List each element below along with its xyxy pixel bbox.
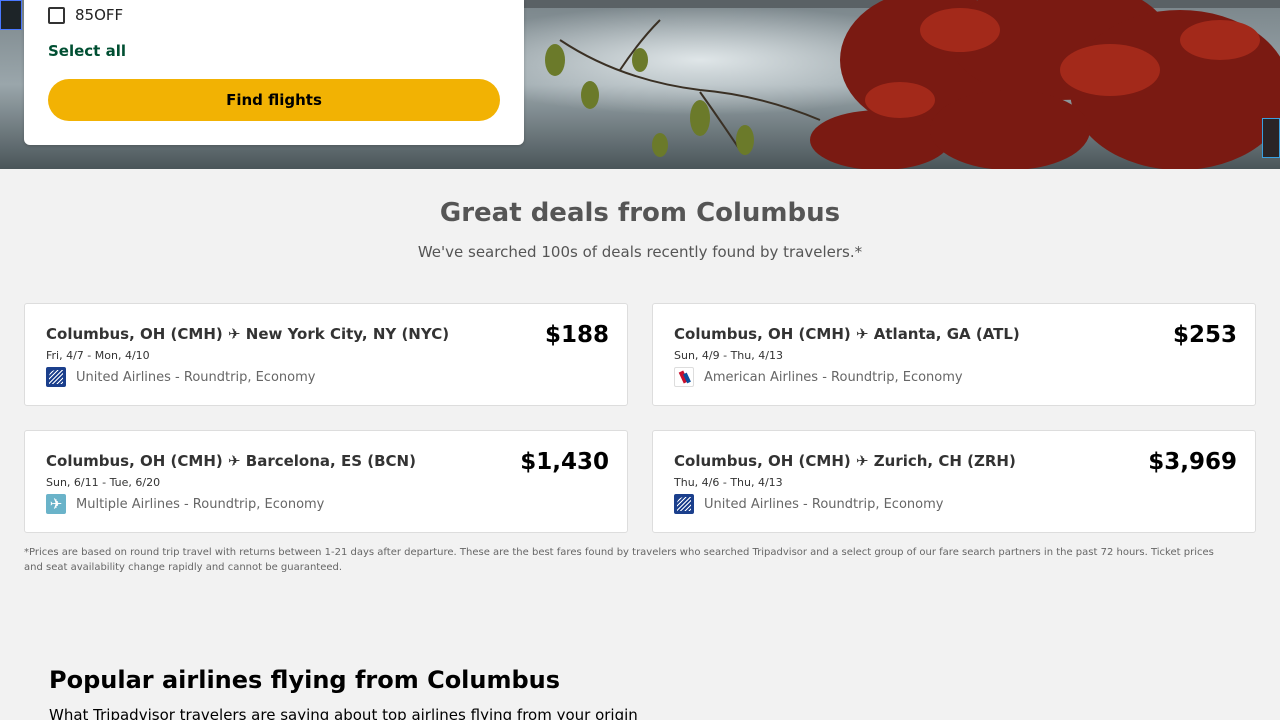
deal-card-atl[interactable]: Columbus, OH (CMH) ✈ Atlanta, GA (ATL) S… <box>652 303 1256 406</box>
select-all-link[interactable]: Select all <box>46 42 128 60</box>
deal-route[interactable]: Columbus, OH (CMH) ✈ Zurich, CH (ZRH) <box>674 452 1016 470</box>
deal-card-zrh[interactable]: Columbus, OH (CMH) ✈ Zurich, CH (ZRH) Th… <box>652 430 1256 533</box>
deal-airline-label: Multiple Airlines - Roundtrip, Economy <box>76 496 325 512</box>
american-airlines-logo-icon <box>674 367 694 387</box>
deal-price[interactable]: $3,969 <box>1148 449 1237 475</box>
united-airlines-logo-icon <box>674 494 694 514</box>
deal-price[interactable]: $188 <box>545 322 609 348</box>
deal-airline: American Airlines - Roundtrip, Economy <box>674 366 963 388</box>
deal-route[interactable]: Columbus, OH (CMH) ✈ New York City, NY (… <box>46 325 449 343</box>
deal-airline-label: United Airlines - Roundtrip, Economy <box>704 496 944 512</box>
popular-airlines-subtitle: What Tripadvisor travelers are saying ab… <box>49 706 638 720</box>
deal-airline-label: American Airlines - Roundtrip, Economy <box>704 369 963 385</box>
deal-dates: Sun, 6/11 - Tue, 6/20 <box>46 476 161 489</box>
airplane-icon: ✈ <box>46 494 66 514</box>
deal-route[interactable]: Columbus, OH (CMH) ✈ Barcelona, ES (BCN) <box>46 452 416 470</box>
united-airlines-logo-icon <box>46 367 66 387</box>
hero-thumbnail[interactable] <box>0 0 22 30</box>
deals-section-subtitle: We've searched 100s of deals recently fo… <box>417 243 863 261</box>
deal-airline: United Airlines - Roundtrip, Economy <box>674 493 943 515</box>
prices-disclaimer: *Prices are based on round trip travel w… <box>24 547 1214 573</box>
deal-price[interactable]: $253 <box>1173 322 1237 348</box>
deal-airline-label: United Airlines - Roundtrip, Economy <box>76 369 316 385</box>
deal-airline: United Airlines - Roundtrip, Economy <box>46 366 315 388</box>
deal-card-bcn[interactable]: Columbus, OH (CMH) ✈ Barcelona, ES (BCN)… <box>24 430 628 533</box>
deal-airline: ✈ Multiple Airlines - Roundtrip, Economy <box>46 493 324 515</box>
deal-card-nyc[interactable]: Columbus, OH (CMH) ✈ New York City, NY (… <box>24 303 628 406</box>
promo-code-option[interactable]: 85OFF <box>44 3 127 27</box>
deal-price[interactable]: $1,430 <box>520 449 609 475</box>
hero-edge-control[interactable] <box>1262 118 1280 158</box>
popular-airlines-title: Popular airlines flying from Columbus <box>49 666 561 694</box>
deal-dates: Sun, 4/9 - Thu, 4/13 <box>674 349 783 362</box>
promo-checkbox[interactable] <box>48 6 65 24</box>
promo-code-label: 85OFF <box>75 6 124 24</box>
find-flights-button[interactable]: Find flights <box>48 79 500 121</box>
deal-route[interactable]: Columbus, OH (CMH) ✈ Atlanta, GA (ATL) <box>674 325 1020 343</box>
deal-dates: Fri, 4/7 - Mon, 4/10 <box>46 349 150 362</box>
deals-section-title: Great deals from Columbus <box>439 198 841 228</box>
deal-dates: Thu, 4/6 - Thu, 4/13 <box>674 476 783 489</box>
